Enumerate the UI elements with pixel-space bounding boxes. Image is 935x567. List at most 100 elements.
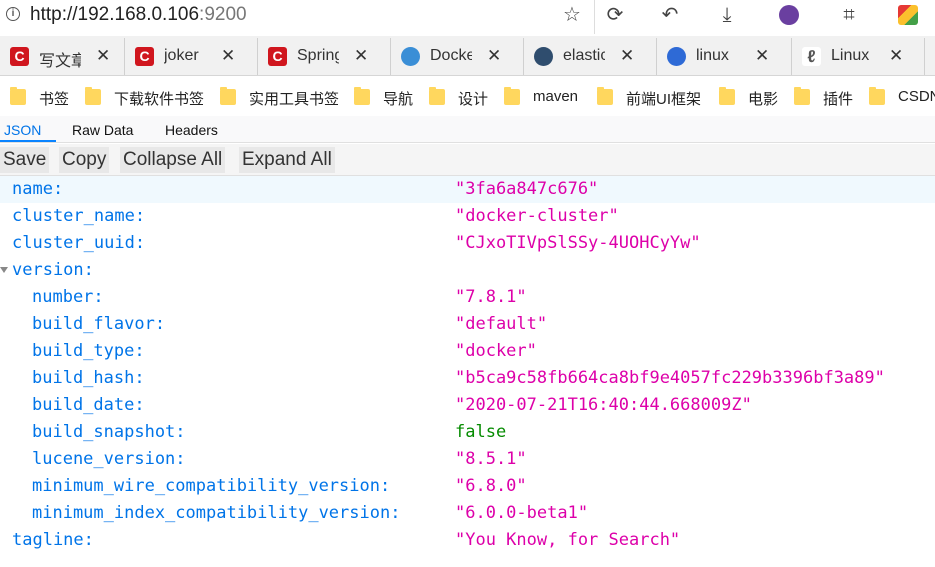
tab-0[interactable]: C 写文章 ✕	[0, 38, 125, 75]
expand-all-button[interactable]: Expand All	[239, 147, 335, 173]
star-icon[interactable]: ☆	[557, 2, 587, 28]
bookmark-label: 实用工具书签	[249, 91, 340, 108]
json-value: "6.0.0-beta1"	[455, 503, 589, 523]
bookmark-label: 导航	[383, 91, 414, 108]
json-key: version:	[12, 260, 94, 280]
active-tab-indicator	[0, 140, 56, 142]
copy-button[interactable]: Copy	[59, 147, 110, 173]
crop-icon[interactable]: ⌗	[834, 2, 864, 28]
json-key: build_flavor:	[32, 314, 166, 334]
tab-title: Spring	[297, 47, 339, 64]
info-icon[interactable]: i	[6, 7, 20, 21]
json-key: build_snapshot:	[32, 422, 186, 442]
tab-json[interactable]: JSON	[4, 122, 41, 138]
json-key: lucene_version:	[32, 449, 186, 469]
json-row[interactable]: minimum_index_compatibility_version: "6.…	[0, 500, 935, 527]
url-host: http://192.168.0.106	[30, 4, 200, 25]
collapse-all-button[interactable]: Collapse All	[120, 147, 226, 173]
json-key: minimum_wire_compatibility_version:	[32, 476, 391, 496]
tab-4[interactable]: elastic ✕	[524, 38, 657, 75]
tab-title: joker	[164, 47, 199, 64]
bookmark-label: 插件	[823, 91, 854, 108]
tab-3[interactable]: Docker ✕	[391, 38, 524, 75]
elastic-icon	[534, 47, 553, 66]
viewer-tabs: JSON Raw Data Headers	[0, 116, 935, 143]
json-row[interactable]: lucene_version: "8.5.1"	[0, 446, 935, 473]
address-bar: i http://192.168.0.106:9200 ☆ ⟳ ↶ ⤓ ⌗	[0, 0, 935, 36]
json-row[interactable]: build_hash: "b5ca9c58fb664ca8bf9e4057fc2…	[0, 365, 935, 392]
json-value: "6.8.0"	[455, 476, 527, 496]
json-row[interactable]: name: "3fa6a847c676"	[0, 176, 935, 203]
json-row[interactable]: build_flavor: "default"	[0, 311, 935, 338]
tab-title: linux	[696, 47, 729, 64]
avatar-icon[interactable]	[774, 2, 804, 28]
folder-icon	[504, 87, 520, 105]
tab-1[interactable]: C joker ✕	[125, 38, 258, 75]
json-value: "docker-cluster"	[455, 206, 619, 226]
csdn-icon: C	[268, 47, 287, 66]
expand-toggle-icon[interactable]	[0, 267, 8, 273]
json-row[interactable]: build_snapshot: false	[0, 419, 935, 446]
close-icon[interactable]: ✕	[620, 46, 634, 66]
save-button[interactable]: Save	[0, 147, 50, 173]
close-icon[interactable]: ✕	[889, 46, 903, 66]
refresh-icon[interactable]: ⟳	[600, 2, 630, 28]
json-row-expandable[interactable]: version:	[0, 257, 935, 284]
json-row[interactable]: cluster_uuid: "CJxoTIVpSlSSy-4UOHCyYw"	[0, 230, 935, 257]
download-icon[interactable]: ⤓	[712, 2, 742, 28]
bookmark-label: 前端UI框架	[626, 91, 702, 108]
json-key: build_date:	[32, 395, 145, 415]
folder-icon	[354, 87, 370, 105]
json-key: tagline:	[12, 530, 94, 550]
tab-strip: C 写文章 ✕ C joker ✕ C Spring ✕ Docker ✕ el…	[0, 36, 935, 76]
json-key: name:	[12, 179, 64, 199]
json-value: "default"	[455, 314, 548, 334]
undo-icon[interactable]: ↶	[655, 2, 685, 28]
bookmark-label: 电影	[748, 91, 779, 108]
tab-raw-data[interactable]: Raw Data	[72, 122, 133, 138]
close-icon[interactable]: ✕	[96, 46, 110, 66]
bookmark-label: CSDN	[898, 88, 935, 105]
json-row[interactable]: build_type: "docker"	[0, 338, 935, 365]
tab-headers[interactable]: Headers	[165, 122, 218, 138]
bookmarks-bar: 书签 下载软件书签 实用工具书签 导航 设计 maven 前端UI框架 电影 插…	[0, 76, 935, 116]
json-value: "CJxoTIVpSlSSy-4UOHCyYw"	[455, 233, 701, 253]
toolbar-divider	[594, 0, 595, 34]
json-row[interactable]: build_date: "2020-07-21T16:40:44.668009Z…	[0, 392, 935, 419]
close-icon[interactable]: ✕	[354, 46, 368, 66]
tab-2[interactable]: C Spring ✕	[258, 38, 391, 75]
folder-icon	[597, 87, 613, 105]
json-value: "7.8.1"	[455, 287, 527, 307]
close-icon[interactable]: ✕	[221, 46, 235, 66]
close-icon[interactable]: ✕	[755, 46, 769, 66]
url-field[interactable]: http://192.168.0.106:9200	[30, 4, 247, 26]
close-icon[interactable]: ✕	[487, 46, 501, 66]
json-value: false	[455, 422, 507, 442]
json-key: cluster_uuid:	[12, 233, 146, 253]
tab-6[interactable]: ℓ Linux ✕	[792, 38, 925, 75]
json-key: cluster_name:	[12, 206, 146, 226]
json-row[interactable]: minimum_wire_compatibility_version: "6.8…	[0, 473, 935, 500]
json-value: "2020-07-21T16:40:44.668009Z"	[455, 395, 752, 415]
folder-icon	[719, 87, 735, 105]
json-key: build_hash:	[32, 368, 145, 388]
viewer-toolbar: Save Copy Collapse All Expand All	[0, 144, 935, 176]
csdn-icon: C	[10, 47, 29, 66]
json-value: "b5ca9c58fb664ca8bf9e4057fc229b3396bf3a8…	[455, 368, 885, 388]
docker-icon	[401, 47, 420, 66]
tab-title: Linux	[831, 47, 870, 64]
bookmark-label: 设计	[458, 91, 489, 108]
json-key: number:	[32, 287, 104, 307]
json-row[interactable]: number: "7.8.1"	[0, 284, 935, 311]
json-row[interactable]: cluster_name: "docker-cluster"	[0, 203, 935, 230]
extension-icon[interactable]	[893, 2, 923, 28]
json-value: "3fa6a847c676"	[455, 179, 599, 199]
linux-site-icon: ℓ	[802, 47, 821, 66]
folder-icon	[794, 87, 810, 105]
url-port: :9200	[199, 4, 247, 25]
tab-5[interactable]: linux ✕	[657, 38, 792, 75]
csdn-icon: C	[135, 47, 154, 66]
json-key: build_type:	[32, 341, 145, 361]
json-row[interactable]: tagline: "You Know, for Search"	[0, 527, 935, 554]
folder-icon	[869, 87, 885, 105]
